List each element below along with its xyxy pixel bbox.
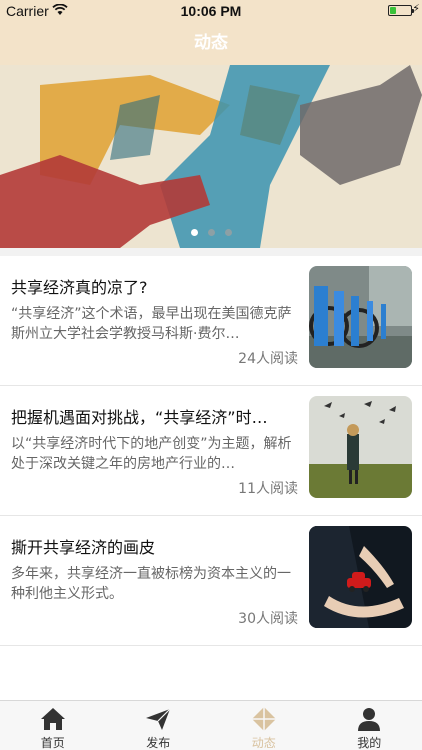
article-item[interactable]: 共享经济真的凉了? “共享经济”这个术语，最早出现在美国德克萨斯州立大学社会学教…	[0, 256, 422, 386]
article-list: 共享经济真的凉了? “共享经济”这个术语，最早出现在美国德克萨斯州立大学社会学教…	[0, 256, 422, 646]
article-thumbnail	[309, 266, 412, 368]
read-count: 30人阅读	[238, 611, 298, 627]
article-summary: “共享经济”这个术语，最早出现在美国德克萨斯州立大学社会学教授马科斯·费尔…	[11, 306, 292, 342]
pagination-dot[interactable]	[224, 229, 232, 236]
battery-icon	[388, 5, 414, 16]
read-count: 11人阅读	[238, 481, 298, 497]
tab-label: 首页	[40, 736, 65, 750]
tab-bar: 首页 发布 动态 我的	[0, 700, 422, 750]
tab-home[interactable]: 首页	[0, 701, 106, 750]
carousel-pagination[interactable]	[0, 221, 422, 240]
clock: 10:06 PM	[180, 3, 242, 19]
navigation-bar: 动态	[0, 22, 422, 65]
article-summary: 以“共享经济时代下的地产创变”为主题，解析处于深改关键之年的房地产行业的…	[11, 436, 292, 472]
article-item[interactable]: 撕开共享经济的画皮 多年来，共享经济一直被标榜为资本主义的一种利他主义形式。 3…	[0, 516, 422, 646]
article-title: 撕开共享经济的画皮	[11, 538, 156, 557]
home-icon	[39, 706, 67, 732]
pagination-dot[interactable]	[207, 229, 215, 236]
tab-publish[interactable]: 发布	[106, 701, 212, 750]
tab-label: 我的	[357, 736, 382, 750]
tab-label: 发布	[146, 736, 171, 750]
article-item[interactable]: 把握机遇面对挑战，“共享经济”时… 以“共享经济时代下的地产创变”为主题，解析处…	[0, 386, 422, 516]
article-thumbnail	[309, 396, 412, 498]
charging-icon: ⚡	[412, 2, 420, 15]
tab-mine[interactable]: 我的	[317, 701, 422, 750]
article-title: 共享经济真的凉了?	[11, 278, 148, 297]
tab-dynamic[interactable]: 动态	[211, 701, 317, 750]
pagination-dot[interactable]	[190, 229, 198, 236]
read-count: 24人阅读	[238, 351, 298, 367]
article-thumbnail	[309, 526, 412, 628]
page-title: 动态	[194, 33, 228, 53]
status-bar: Carrier 10:06 PM ⚡	[0, 0, 422, 22]
person-icon	[355, 706, 383, 732]
tab-label: 动态	[251, 736, 276, 750]
article-title: 把握机遇面对挑战，“共享经济”时…	[11, 408, 268, 427]
section-divider	[0, 248, 422, 256]
article-summary: 多年来，共享经济一直被标榜为资本主义的一种利他主义形式。	[11, 566, 291, 602]
banner-carousel[interactable]	[0, 65, 422, 248]
diamond-icon	[250, 706, 278, 732]
paper-plane-icon	[144, 706, 172, 732]
